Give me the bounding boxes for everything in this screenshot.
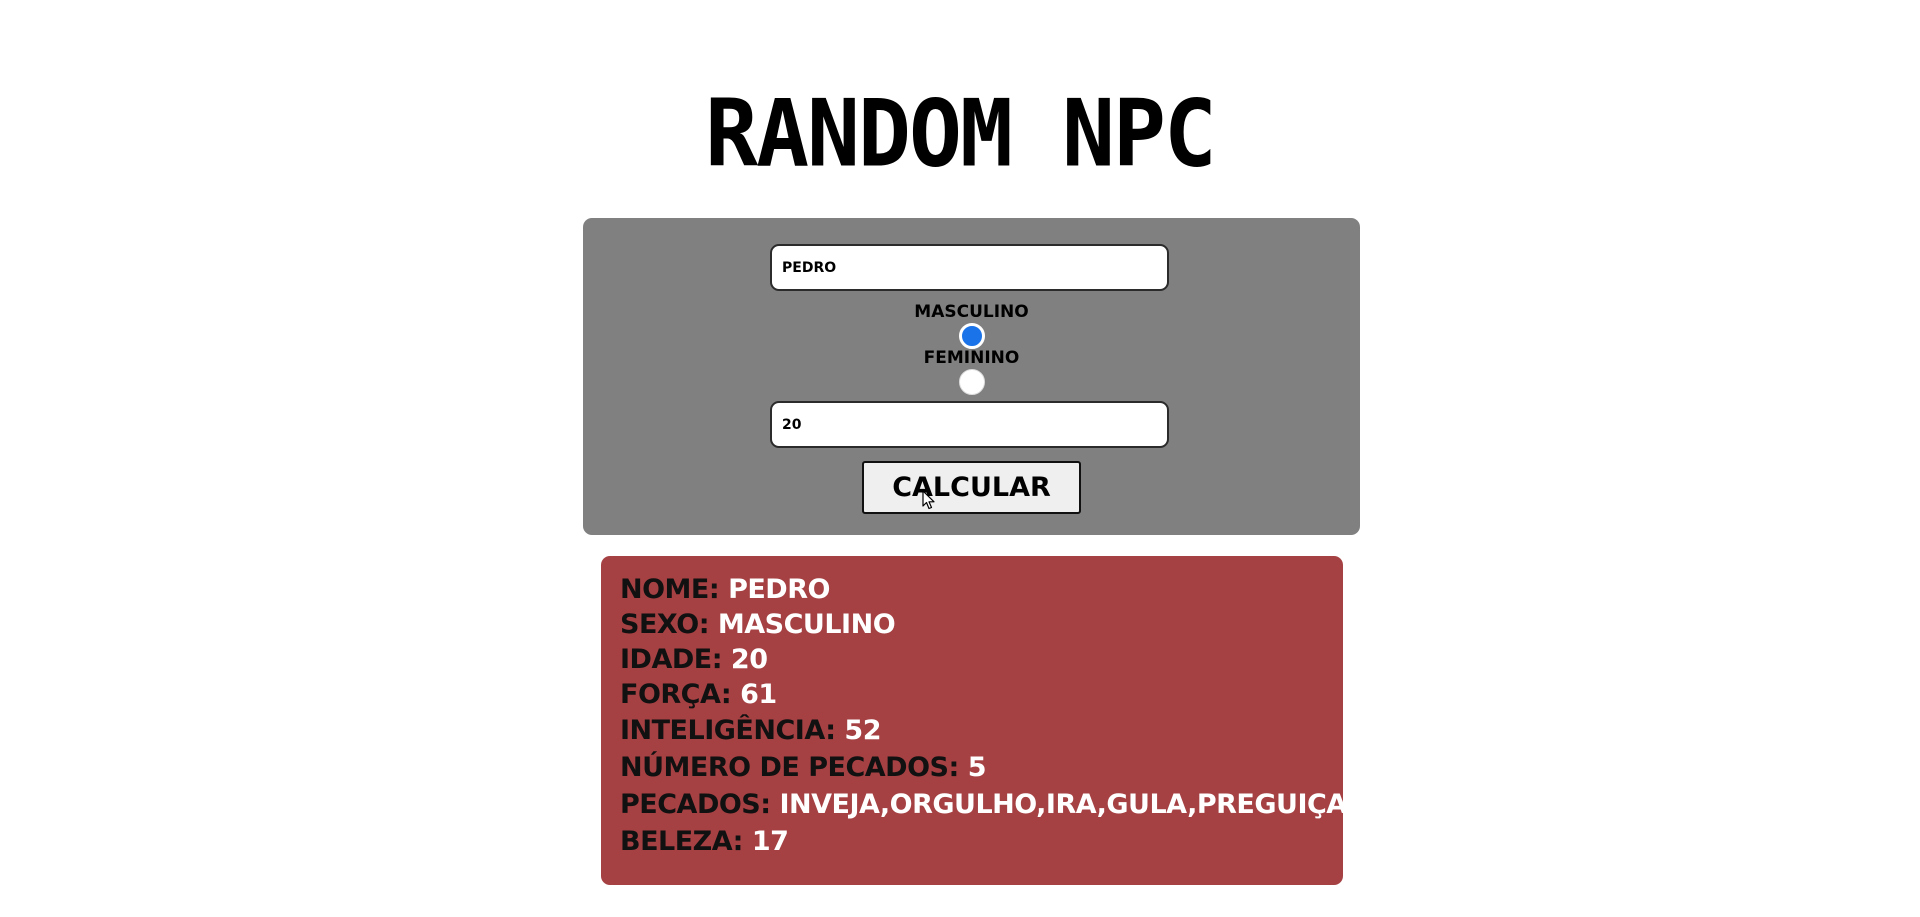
result-value: MASCULINO bbox=[717, 609, 896, 640]
page-title: RANDOM NPC bbox=[705, 79, 1217, 188]
result-row-intelligence: INTELIGêNCIA: 52 bbox=[620, 712, 1324, 749]
result-key: NOME: bbox=[620, 574, 720, 605]
result-value: 5 bbox=[967, 752, 987, 783]
result-value: 20 bbox=[730, 644, 768, 675]
result-key: NúMERO DE PECADOS: bbox=[620, 752, 959, 783]
result-row-sins: PECADOS: INVEJA,ORGULHO,IRA,GULA,PREGUIç… bbox=[620, 786, 1347, 823]
result-key: BELEZA: bbox=[620, 826, 743, 857]
result-key: INTELIGêNCIA: bbox=[620, 715, 836, 746]
gender-female-label: FEMININO bbox=[923, 348, 1020, 368]
result-key: IDADE: bbox=[620, 644, 723, 675]
gender-male-label: MASCULINO bbox=[914, 302, 1029, 322]
result-row-age: IDADE: 20 bbox=[620, 642, 1324, 677]
result-key: PECADOS: bbox=[620, 789, 771, 820]
result-value: INVEJA,ORGULHO,IRA,GULA,PREGUIçA bbox=[779, 789, 1347, 820]
age-input[interactable] bbox=[770, 401, 1169, 448]
npc-result-panel: NOME: PEDRO SEXO: MASCULINO IDADE: 20 FO… bbox=[601, 556, 1347, 885]
name-input[interactable] bbox=[770, 244, 1169, 291]
result-row-name: NOME: PEDRO bbox=[620, 572, 1324, 607]
npc-form-panel: MASCULINO FEMININO CALCULAR bbox=[583, 218, 1360, 535]
result-row-sex: SEXO: MASCULINO bbox=[620, 607, 1324, 642]
result-key: SEXO: bbox=[620, 609, 710, 640]
gender-male-radio[interactable] bbox=[959, 323, 985, 349]
mouse-pointer-icon bbox=[922, 490, 935, 510]
result-value: 52 bbox=[844, 715, 881, 746]
result-value: 17 bbox=[751, 826, 789, 857]
result-row-beauty: BELEZA: 17 bbox=[620, 823, 1324, 860]
result-row-sin-count: NúMERO DE PECADOS: 5 bbox=[620, 749, 1324, 786]
result-key: FORçA: bbox=[620, 679, 732, 710]
page: RANDOM NPC MASCULINO FEMININO CALCULAR N… bbox=[0, 0, 1920, 917]
result-row-strength: FORçA: 61 bbox=[620, 677, 1324, 712]
result-value: 61 bbox=[740, 679, 777, 710]
calculate-button[interactable]: CALCULAR bbox=[862, 461, 1081, 514]
gender-female-radio[interactable] bbox=[959, 369, 985, 395]
result-value: PEDRO bbox=[728, 574, 830, 605]
